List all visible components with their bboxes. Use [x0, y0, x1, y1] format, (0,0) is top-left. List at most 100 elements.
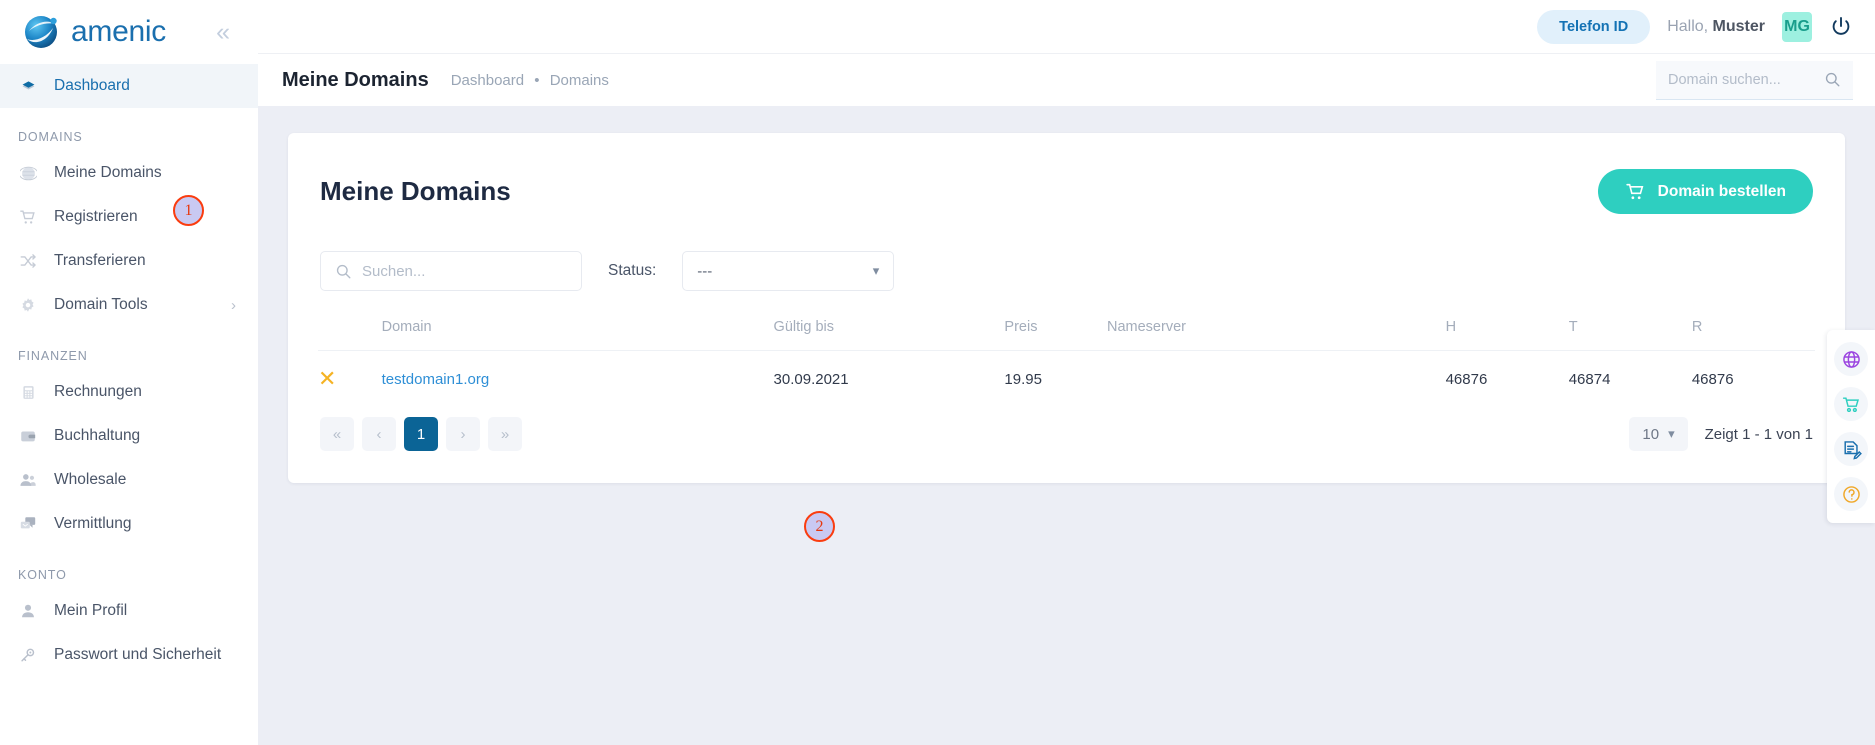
sidebar-item-label: Mein Profil	[54, 602, 127, 620]
sidebar-item-dashboard[interactable]: Dashboard	[0, 64, 258, 108]
main-area: Telefon ID Hallo, Muster MG Meine Domain…	[258, 0, 1875, 745]
th-t: T	[1569, 319, 1692, 351]
annotation-badge-2: 2	[804, 511, 835, 542]
cell-domain: testdomain1.org	[382, 351, 774, 408]
sidebar-item-rechnungen[interactable]: Rechnungen	[0, 370, 258, 414]
telefon-id-button[interactable]: Telefon ID	[1537, 10, 1650, 44]
page-1-button[interactable]: 1	[404, 417, 438, 451]
globe-icon	[18, 163, 38, 183]
sidebar-item-label: Buchhaltung	[54, 427, 140, 445]
status-label: Status:	[608, 262, 656, 280]
sidebar-item-label: Vermittlung	[54, 515, 132, 533]
cart-icon	[1625, 181, 1646, 202]
page-title: Meine Domains	[282, 69, 429, 92]
sidebar-item-wholesale[interactable]: Wholesale	[0, 458, 258, 502]
table-body: ✕ testdomain1.org 30.09.2021 19.95 46876…	[318, 351, 1815, 408]
float-cart-button[interactable]	[1834, 387, 1868, 421]
pagination: « ‹ 1 › »	[320, 417, 522, 451]
table-head: Domain Gültig bis Preis Nameserver H T R	[318, 319, 1815, 351]
sidebar-item-vermittlung[interactable]: Vermittlung	[0, 502, 258, 546]
cell-gueltig-bis: 30.09.2021	[774, 351, 1005, 408]
pagination-right: 10 ▾ Zeigt 1 - 1 von 1	[1629, 417, 1813, 451]
document-edit-icon	[1841, 439, 1862, 460]
sidebar-item-label: Wholesale	[54, 471, 126, 489]
amenic-logo-icon	[22, 12, 62, 52]
page-first-button[interactable]: «	[320, 417, 354, 451]
status-value: ---	[697, 263, 712, 280]
key-icon	[18, 645, 38, 665]
sidebar-item-label: Dashboard	[54, 77, 130, 95]
cell-t: 46874	[1569, 351, 1692, 408]
globe-icon	[1841, 349, 1862, 370]
page-last-button[interactable]: »	[488, 417, 522, 451]
filter-row: Suchen... Status: --- ▾	[318, 251, 1815, 291]
domain-link[interactable]: testdomain1.org	[382, 371, 490, 388]
cell-preis: 19.95	[1004, 351, 1107, 408]
cell-r: 46876	[1692, 351, 1815, 408]
content: Meine Domains Domain bestellen	[258, 106, 1875, 745]
float-document-edit-button[interactable]	[1834, 432, 1868, 466]
breadcrumb: Dashboard • Domains	[451, 72, 609, 89]
card-title: Meine Domains	[320, 176, 511, 207]
table-header-row: Domain Gültig bis Preis Nameserver H T R	[318, 319, 1815, 351]
sidebar-item-buchhaltung[interactable]: Buchhaltung	[0, 414, 258, 458]
chevron-double-left-icon[interactable]: «	[210, 18, 236, 47]
float-help-button[interactable]	[1834, 477, 1868, 511]
sidebar-group-konto: KONTO	[0, 546, 258, 589]
search-placeholder: Suchen...	[362, 263, 425, 280]
sidebar-item-passwort-und-sicherheit[interactable]: Passwort und Sicherheit	[0, 633, 258, 677]
chat-icon	[18, 514, 38, 534]
cell-nameserver	[1107, 351, 1446, 408]
sidebar-item-label: Passwort und Sicherheit	[54, 646, 221, 664]
per-page-select[interactable]: 10 ▾	[1629, 417, 1687, 451]
card-header: Meine Domains Domain bestellen	[318, 161, 1815, 214]
cart-icon	[18, 207, 38, 227]
th-h: H	[1446, 319, 1569, 351]
sidebar-item-label: Transferieren	[54, 252, 146, 270]
domains-table: Domain Gültig bis Preis Nameserver H T R	[318, 319, 1815, 407]
greeting-prefix: Hallo,	[1667, 18, 1708, 35]
breadcrumb-item-domains[interactable]: Domains	[550, 72, 609, 89]
gear-icon	[18, 295, 38, 315]
sidebar: amenic « Dashboard DOMAINS	[0, 0, 258, 745]
sidebar-item-mein-profil[interactable]: Mein Profil	[0, 589, 258, 633]
domain-bestellen-button[interactable]: Domain bestellen	[1598, 169, 1813, 214]
wallet-icon	[18, 426, 38, 446]
th-actions	[318, 319, 382, 351]
float-toolbar	[1827, 330, 1875, 523]
help-icon	[1841, 484, 1862, 505]
user-icon	[18, 601, 38, 621]
th-domain: Domain	[382, 319, 774, 351]
page-prev-button[interactable]: ‹	[362, 417, 396, 451]
breadcrumb-item-dashboard[interactable]: Dashboard	[451, 72, 524, 89]
search-input[interactable]: Suchen...	[320, 251, 582, 291]
domain-bestellen-label: Domain bestellen	[1658, 183, 1786, 201]
sidebar-item-transferieren[interactable]: Transferieren	[0, 239, 258, 283]
sidebar-item-domain-tools[interactable]: Domain Tools ›	[0, 283, 258, 327]
sidebar-group-finanzen: FINANZEN	[0, 327, 258, 370]
table-row: ✕ testdomain1.org 30.09.2021 19.95 46876…	[318, 351, 1815, 408]
sidebar-group-domains: DOMAINS	[0, 108, 258, 151]
brand[interactable]: amenic	[22, 12, 166, 52]
status-select[interactable]: --- ▾	[682, 251, 894, 291]
cart-icon	[1841, 394, 1862, 415]
power-icon[interactable]	[1829, 15, 1853, 39]
sidebar-item-label: Registrieren	[54, 208, 138, 226]
greeting: Hallo, Muster	[1667, 18, 1765, 36]
diamond-icon	[18, 76, 38, 96]
avatar[interactable]: MG	[1782, 12, 1812, 42]
brand-name: amenic	[71, 15, 166, 49]
sidebar-item-meine-domains[interactable]: Meine Domains	[0, 151, 258, 195]
transfer-icon	[18, 251, 38, 271]
sidebar-item-registrieren[interactable]: Registrieren	[0, 195, 258, 239]
chevron-down-icon: ▾	[873, 263, 880, 279]
sidebar-item-label: Rechnungen	[54, 383, 142, 401]
float-globe-button[interactable]	[1834, 342, 1868, 376]
cell-h: 46876	[1446, 351, 1569, 408]
app-root: amenic « Dashboard DOMAINS	[0, 0, 1875, 745]
x-icon[interactable]: ✕	[318, 366, 336, 391]
search-icon	[1824, 71, 1841, 88]
page-next-button[interactable]: ›	[446, 417, 480, 451]
domain-search-input[interactable]: Domain suchen...	[1656, 61, 1853, 100]
per-page-value: 10	[1642, 426, 1659, 443]
